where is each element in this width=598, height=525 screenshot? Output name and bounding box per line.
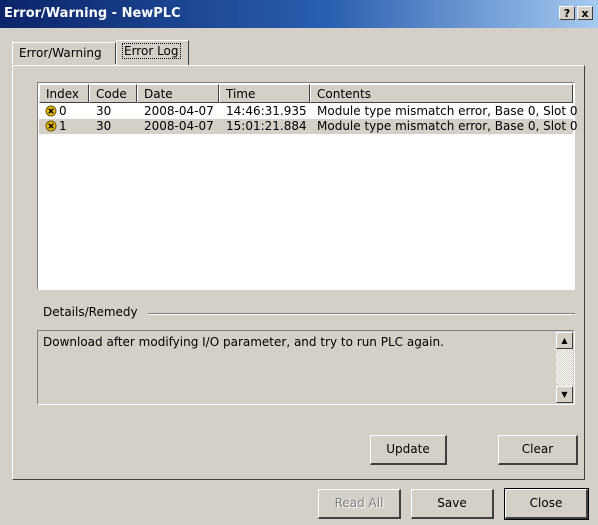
tab-error-warning[interactable]: Error/Warning [12,42,116,64]
cell-index: 1 [59,119,67,133]
tab-error-log[interactable]: Error Log [116,40,189,65]
close-button[interactable]: Close [504,488,589,520]
scroll-track[interactable] [556,349,573,386]
error-log-list[interactable]: Index Code Date Time Contents 0 30 2008-… [37,82,578,290]
cell-contents: Module type mismatch error, Base 0, Slot… [317,104,578,118]
cell-contents: Module type mismatch error, Base 0, Slot… [317,119,578,133]
clear-button[interactable]: Clear [498,435,578,465]
column-header-date[interactable]: Date [137,84,219,103]
save-button[interactable]: Save [411,489,494,519]
cell-time: 15:01:21.884 [226,119,307,133]
cell-index: 0 [59,104,67,118]
title-bar: Error/Warning - NewPLC ? x [0,0,598,28]
column-header-time[interactable]: Time [219,84,310,103]
scroll-up-button[interactable]: ▲ [556,332,573,349]
tab-label: Error Log [122,43,181,59]
cell-time: 14:46:31.935 [226,104,307,118]
divider [148,313,575,315]
cell-date: 2008-04-07 [144,104,214,118]
table-row[interactable]: 0 30 2008-04-07 14:46:31.935 Module type… [39,104,578,119]
scroll-down-button[interactable]: ▼ [556,386,573,403]
details-scrollbar[interactable]: ▲ ▼ [556,332,573,403]
window-title: Error/Warning - NewPLC [4,6,181,21]
help-button[interactable]: ? [559,6,575,20]
warning-icon [45,120,57,132]
cell-date: 2008-04-07 [144,119,214,133]
update-button[interactable]: Update [370,435,447,465]
cell-code: 30 [96,119,112,133]
column-header-contents[interactable]: Contents [310,84,573,103]
details-remedy-label: Details/Remedy [43,305,138,319]
cell-code: 30 [96,104,112,118]
list-header: Index Code Date Time Contents [39,84,573,103]
warning-icon [45,105,57,117]
close-window-button[interactable]: x [577,6,593,20]
read-all-button[interactable]: Read All [318,489,401,519]
details-remedy-box[interactable]: Download after modifying I/O parameter, … [37,330,575,405]
details-remedy-text: Download after modifying I/O parameter, … [43,335,444,349]
column-header-index[interactable]: Index [39,84,89,103]
column-header-code[interactable]: Code [89,84,137,103]
table-row[interactable]: 1 30 2008-04-07 15:01:21.884 Module type… [39,119,578,134]
tab-label: Error/Warning [19,46,102,60]
